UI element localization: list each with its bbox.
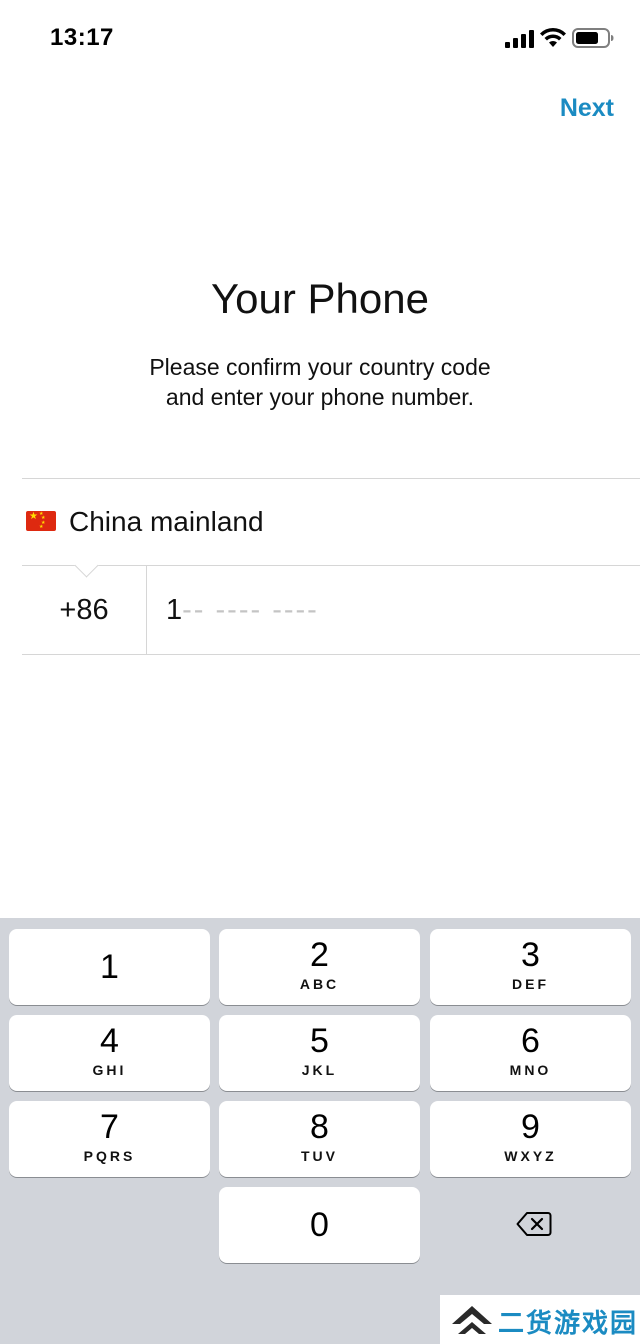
- key-digit: 5: [310, 1022, 329, 1060]
- key-digit: 1: [100, 948, 119, 986]
- status-bar: 13:17: [0, 0, 640, 80]
- key-letters: PQRS: [83, 1148, 136, 1164]
- wifi-icon: [540, 27, 566, 47]
- key-letters: WXYZ: [504, 1148, 557, 1164]
- divider: [146, 566, 147, 654]
- key-digit: 2: [310, 936, 329, 974]
- key-digit: 8: [310, 1108, 329, 1146]
- next-button[interactable]: Next: [560, 94, 614, 123]
- key-letters: GHI: [92, 1062, 127, 1078]
- key-9[interactable]: 9 WXYZ: [430, 1101, 631, 1177]
- phone-number-mask: -- ---- ----: [182, 594, 319, 626]
- key-letters: TUV: [301, 1148, 338, 1164]
- key-letters: MNO: [509, 1062, 552, 1078]
- phone-number-value: 1: [166, 594, 183, 626]
- delete-key[interactable]: [430, 1187, 631, 1263]
- key-3[interactable]: 3 DEF: [430, 929, 631, 1005]
- key-digit: 7: [100, 1108, 119, 1146]
- key-letters: JKL: [301, 1062, 338, 1078]
- watermark-text: 二货游戏园: [498, 1308, 639, 1338]
- page-subtitle: Please confirm your country code and ent…: [0, 352, 640, 412]
- key-8[interactable]: 8 TUV: [219, 1101, 420, 1177]
- phone-number-input[interactable]: 1-- ---- ----: [166, 566, 319, 654]
- cellular-signal-icon: [505, 30, 534, 48]
- key-digit: 9: [521, 1108, 540, 1146]
- phone-screen: 13:17 Next Your Phone Please confirm you…: [0, 0, 640, 1344]
- battery-icon: [572, 28, 614, 48]
- key-1[interactable]: 1: [9, 929, 210, 1005]
- key-6[interactable]: 6 MNO: [430, 1015, 631, 1091]
- key-digit: 6: [521, 1022, 540, 1060]
- country-name: China mainland: [69, 506, 264, 537]
- key-0[interactable]: 0: [219, 1187, 420, 1263]
- backspace-icon: [516, 1212, 552, 1236]
- status-time: 13:17: [50, 24, 114, 51]
- phone-row: +86 1-- ---- ----: [0, 566, 640, 654]
- country-selector[interactable]: ★ ★ ★ ★ ★ China mainland: [0, 479, 640, 565]
- page-title: Your Phone: [211, 275, 429, 322]
- key-4[interactable]: 4 GHI: [9, 1015, 210, 1091]
- key-letters: DEF: [512, 976, 549, 992]
- site-watermark: 二货游戏园: [440, 1295, 640, 1344]
- watermark-logo-icon: [452, 1306, 492, 1334]
- key-digit: 4: [100, 1022, 119, 1060]
- subtitle-line-1: Please confirm your country code: [149, 354, 491, 380]
- key-letters: ABC: [299, 976, 340, 992]
- key-7[interactable]: 7 PQRS: [9, 1101, 210, 1177]
- subtitle-line-2: and enter your phone number.: [165, 384, 475, 410]
- key-digit: 0: [310, 1206, 329, 1244]
- key-5[interactable]: 5 JKL: [219, 1015, 420, 1091]
- key-2[interactable]: 2 ABC: [219, 929, 420, 1005]
- divider: [22, 654, 640, 655]
- key-digit: 3: [521, 936, 540, 974]
- country-code-field[interactable]: +86: [22, 566, 146, 654]
- china-flag-icon: ★ ★ ★ ★ ★: [26, 511, 56, 531]
